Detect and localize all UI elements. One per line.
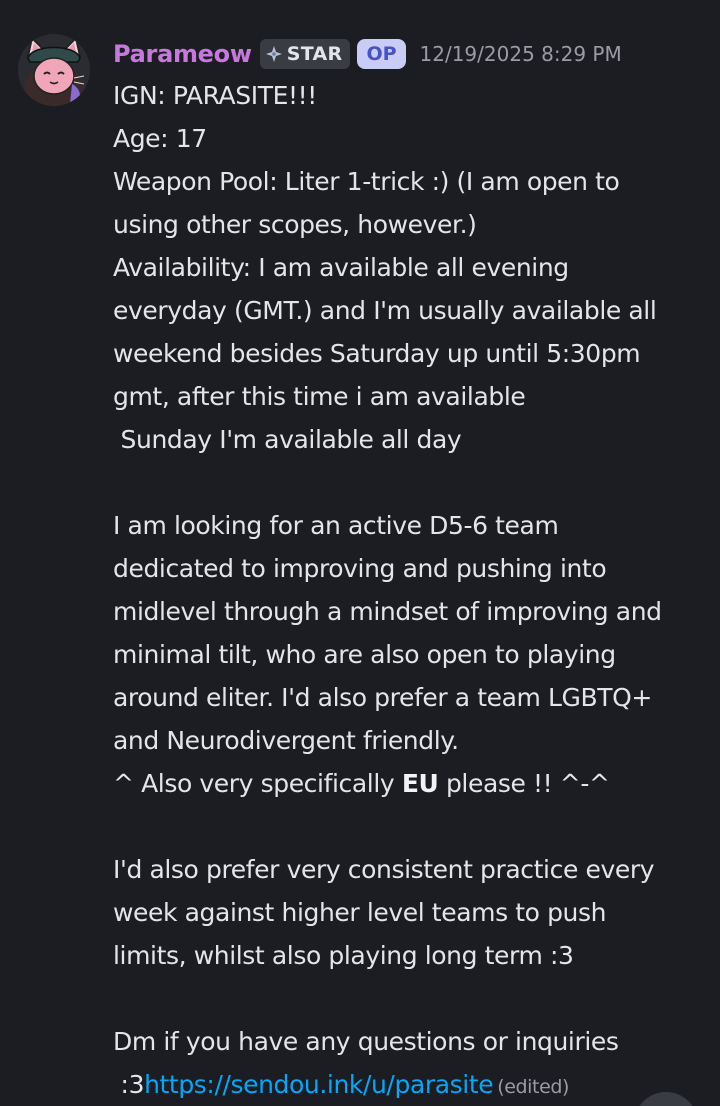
user-avatar[interactable]: [18, 34, 90, 106]
message-line: minimal tilt, who are also open to playi…: [113, 640, 616, 669]
message-line-text: Sunday I'm available all day: [113, 425, 462, 454]
message-line: limits, whilst also playing long term :3: [113, 941, 574, 970]
message-line: ^ Also very specifically EU please !! ^-…: [113, 762, 713, 805]
message-line: Age: 17: [113, 124, 207, 153]
message-line: everyday (GMT.) and I'm usually availabl…: [113, 296, 657, 325]
op-badge: OP: [357, 39, 406, 69]
message-line: Weapon Pool: Liter 1-trick :) (I am open…: [113, 167, 620, 196]
edited-indicator[interactable]: (edited): [497, 1076, 569, 1098]
message-timestamp[interactable]: 12/19/2025 8:29 PM: [420, 42, 622, 66]
server-tag-label: STAR: [286, 43, 343, 65]
message-line: IGN: PARASITE!!!: [113, 81, 317, 110]
bold-text: EU: [401, 769, 439, 798]
message-line: and Neurodivergent friendly.: [113, 726, 459, 755]
message-line: Sunday I'm available all day: [113, 418, 713, 461]
message-content: IGN: PARASITE!!! Age: 17 Weapon Pool: Li…: [113, 74, 713, 1106]
message-line: using other scopes, however.): [113, 210, 477, 239]
message-line: I'd also prefer very consistent practice…: [113, 855, 655, 884]
profile-link[interactable]: https://sendou.ink/u/parasite: [144, 1070, 494, 1099]
message-line-text: :3: [113, 1070, 145, 1099]
message-line-text: please !! ^-^: [438, 769, 610, 798]
sparkle-icon: [265, 46, 282, 62]
username[interactable]: Parameow: [113, 40, 252, 68]
message-line: gmt, after this time i am available: [113, 382, 526, 411]
message-line: :3https://sendou.ink/u/parasite (edited): [113, 1063, 713, 1106]
server-tag[interactable]: STAR: [259, 39, 351, 69]
message-line: midlevel through a mindset of improving …: [113, 597, 662, 626]
chat-message: Parameow STAR OP 12/19/2025 8:29 PM IGN:…: [0, 0, 720, 1106]
message-line: weekend besides Saturday up until 5:30pm: [113, 339, 641, 368]
message-line: I am looking for an active D5-6 team: [113, 511, 559, 540]
message-line: week against higher level teams to push: [113, 898, 607, 927]
message-line: Availability: I am available all evening: [113, 253, 569, 282]
message-header: Parameow STAR OP 12/19/2025 8:29 PM: [113, 36, 622, 72]
message-line: Dm if you have any questions or inquirie…: [113, 1027, 619, 1056]
message-line: dedicated to improving and pushing into: [113, 554, 607, 583]
message-line-text: ^ Also very specifically: [113, 769, 402, 798]
message-line: around eliter. I'd also prefer a team LG…: [113, 683, 652, 712]
cat-avatar-icon: [18, 34, 90, 106]
